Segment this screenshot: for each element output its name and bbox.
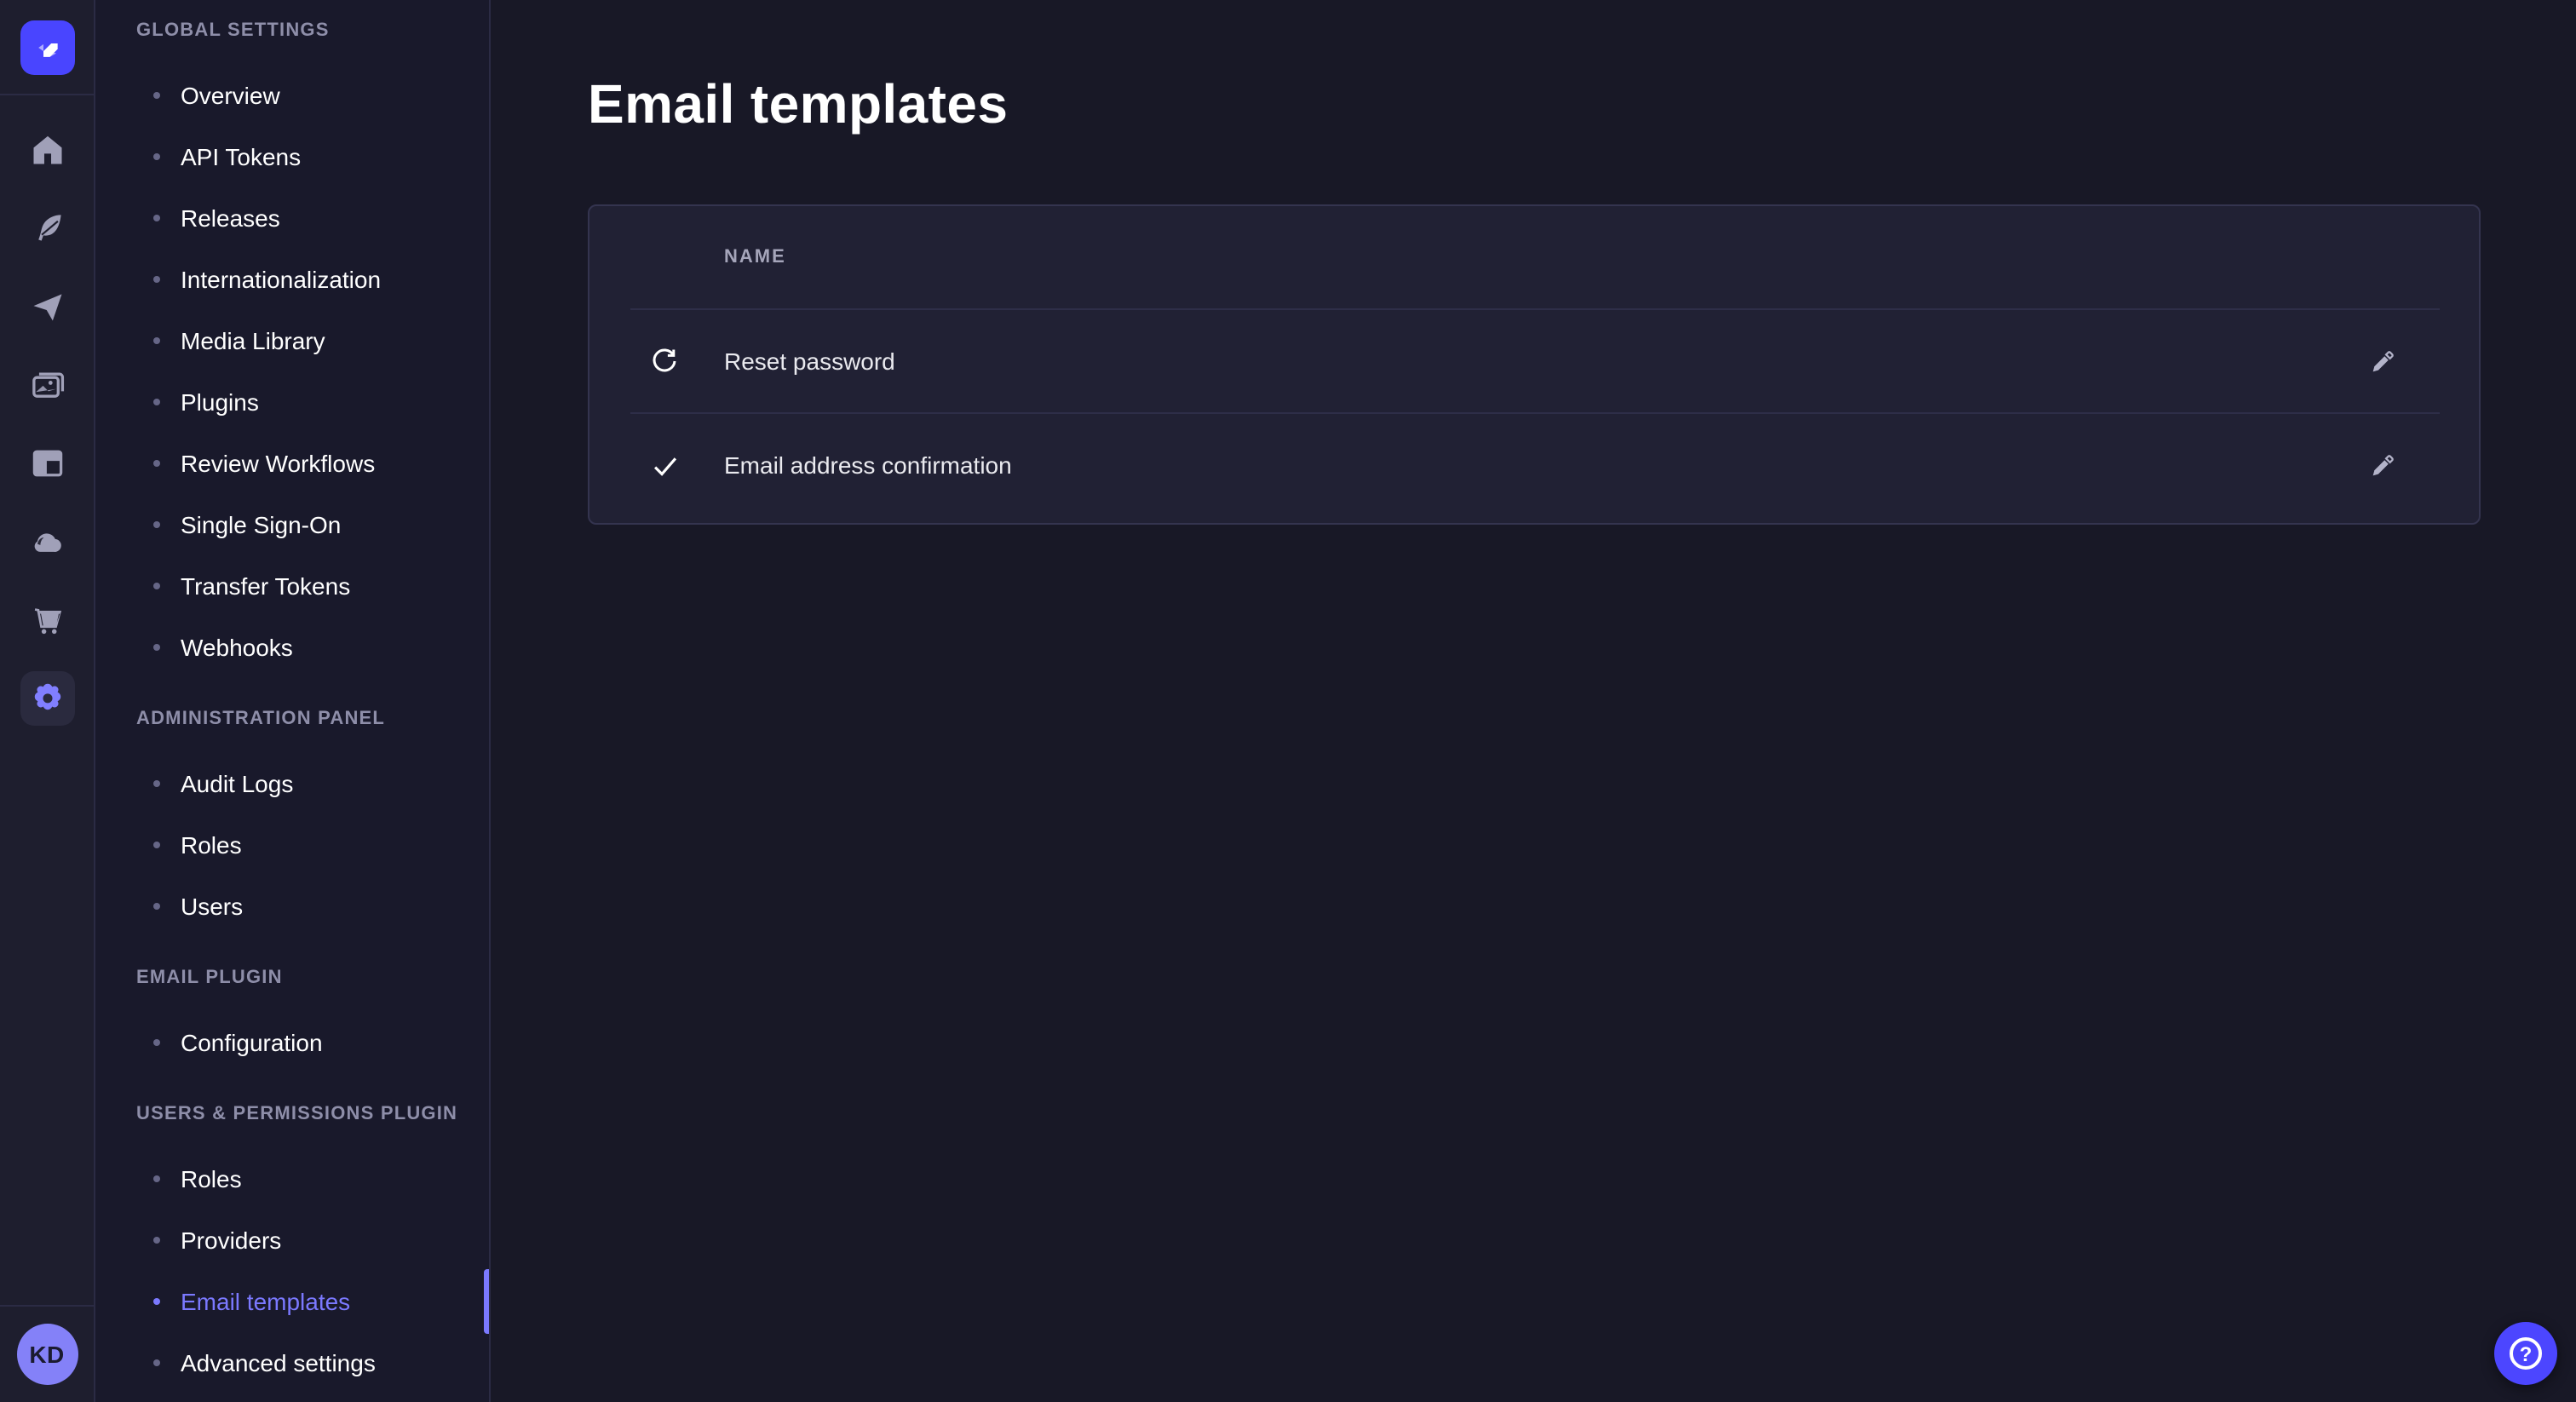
strapi-logo[interactable] bbox=[20, 20, 74, 74]
bullet-icon bbox=[153, 337, 160, 344]
subnav-item-releases[interactable]: Releases bbox=[95, 187, 489, 249]
help-button[interactable]: ? bbox=[2494, 1322, 2557, 1385]
bullet-icon bbox=[153, 644, 160, 651]
section-administration-panel: ADMINISTRATION PANEL bbox=[95, 688, 489, 750]
template-name: Reset password bbox=[724, 348, 895, 375]
bullet-icon bbox=[153, 1298, 160, 1305]
subnav-item-media-library[interactable]: Media Library bbox=[95, 310, 489, 371]
settings-subnav: GLOBAL SETTINGS Overview API Tokens Rele… bbox=[95, 0, 491, 1402]
bullet-icon bbox=[153, 215, 160, 221]
bullet-icon bbox=[153, 903, 160, 910]
active-indicator bbox=[484, 1269, 489, 1334]
nav-marketplace-layout[interactable] bbox=[20, 436, 74, 491]
subnav-item-admin-roles[interactable]: Roles bbox=[95, 814, 489, 876]
bullet-icon bbox=[153, 1039, 160, 1046]
avatar-initials: KD bbox=[29, 1341, 64, 1368]
subnav-item-api-tokens[interactable]: API Tokens bbox=[95, 126, 489, 187]
bullet-icon bbox=[153, 1237, 160, 1244]
subnav-item-audit-logs[interactable]: Audit Logs bbox=[95, 753, 489, 814]
main-nav-rail: KD bbox=[0, 0, 95, 1402]
nav-content-type-builder[interactable] bbox=[20, 201, 74, 256]
email-templates-table: NAME Reset password bbox=[588, 204, 2481, 525]
main-content: Email templates NAME Reset password bbox=[491, 0, 2576, 1402]
subnav-item-advanced-settings[interactable]: Advanced settings bbox=[95, 1332, 489, 1393]
bullet-icon bbox=[153, 1359, 160, 1366]
subnav-item-internationalization[interactable]: Internationalization bbox=[95, 249, 489, 310]
cloud-icon bbox=[28, 523, 66, 560]
pencil-icon bbox=[2367, 451, 2396, 480]
user-avatar[interactable]: KD bbox=[16, 1324, 78, 1385]
app-window: KD GLOBAL SETTINGS Overview API Tokens R… bbox=[0, 0, 2576, 1402]
subnav-item-review-workflows[interactable]: Review Workflows bbox=[95, 433, 489, 494]
feather-icon bbox=[28, 210, 66, 247]
subnav-item-webhooks[interactable]: Webhooks bbox=[95, 617, 489, 678]
bullet-icon bbox=[153, 521, 160, 528]
page-title: Email templates bbox=[588, 73, 1008, 136]
question-mark-icon: ? bbox=[2510, 1337, 2542, 1370]
edit-template-button[interactable] bbox=[2361, 341, 2402, 382]
layout-panel-icon bbox=[28, 445, 66, 482]
bullet-icon bbox=[153, 842, 160, 848]
nav-cloud[interactable] bbox=[20, 514, 74, 569]
check-icon bbox=[648, 449, 681, 481]
bullet-icon bbox=[153, 399, 160, 405]
home-icon bbox=[28, 131, 66, 169]
nav-media-library[interactable] bbox=[20, 358, 74, 412]
table-row[interactable]: Reset password bbox=[589, 310, 2479, 412]
strapi-logo-icon bbox=[30, 30, 64, 64]
nav-settings[interactable] bbox=[20, 671, 74, 726]
gear-icon bbox=[28, 680, 66, 717]
section-email-plugin: EMAIL PLUGIN bbox=[95, 947, 489, 1008]
paper-plane-icon bbox=[28, 288, 66, 325]
subnav-item-transfer-tokens[interactable]: Transfer Tokens bbox=[95, 555, 489, 617]
nav-deploy[interactable] bbox=[20, 279, 74, 334]
pencil-icon bbox=[2367, 347, 2396, 376]
nav-purchases[interactable] bbox=[20, 593, 74, 647]
rail-icon-list bbox=[20, 95, 74, 1305]
column-header-name: NAME bbox=[724, 247, 786, 267]
section-global-settings: GLOBAL SETTINGS bbox=[95, 0, 489, 61]
bullet-icon bbox=[153, 460, 160, 467]
bullet-icon bbox=[153, 780, 160, 787]
media-pictures-icon bbox=[28, 366, 66, 404]
section-users-permissions-plugin: USERS & PERMISSIONS PLUGIN bbox=[95, 1083, 489, 1145]
table-row[interactable]: Email address confirmation bbox=[589, 414, 2479, 516]
subnav-item-admin-users[interactable]: Users bbox=[95, 876, 489, 937]
template-name: Email address confirmation bbox=[724, 451, 1012, 479]
refresh-icon bbox=[649, 346, 680, 376]
bullet-icon bbox=[153, 276, 160, 283]
subnav-item-overview[interactable]: Overview bbox=[95, 65, 489, 126]
subnav-item-single-sign-on[interactable]: Single Sign-On bbox=[95, 494, 489, 555]
nav-home[interactable] bbox=[20, 123, 74, 177]
bullet-icon bbox=[153, 92, 160, 99]
subnav-item-up-roles[interactable]: Roles bbox=[95, 1148, 489, 1210]
bullet-icon bbox=[153, 1175, 160, 1182]
bullet-icon bbox=[153, 583, 160, 589]
bullet-icon bbox=[153, 153, 160, 160]
subnav-item-plugins[interactable]: Plugins bbox=[95, 371, 489, 433]
edit-template-button[interactable] bbox=[2361, 445, 2402, 486]
subnav-item-email-templates[interactable]: Email templates bbox=[95, 1271, 489, 1332]
subnav-item-providers[interactable]: Providers bbox=[95, 1210, 489, 1271]
shopping-cart-icon bbox=[28, 601, 66, 639]
subnav-item-email-configuration[interactable]: Configuration bbox=[95, 1012, 489, 1073]
